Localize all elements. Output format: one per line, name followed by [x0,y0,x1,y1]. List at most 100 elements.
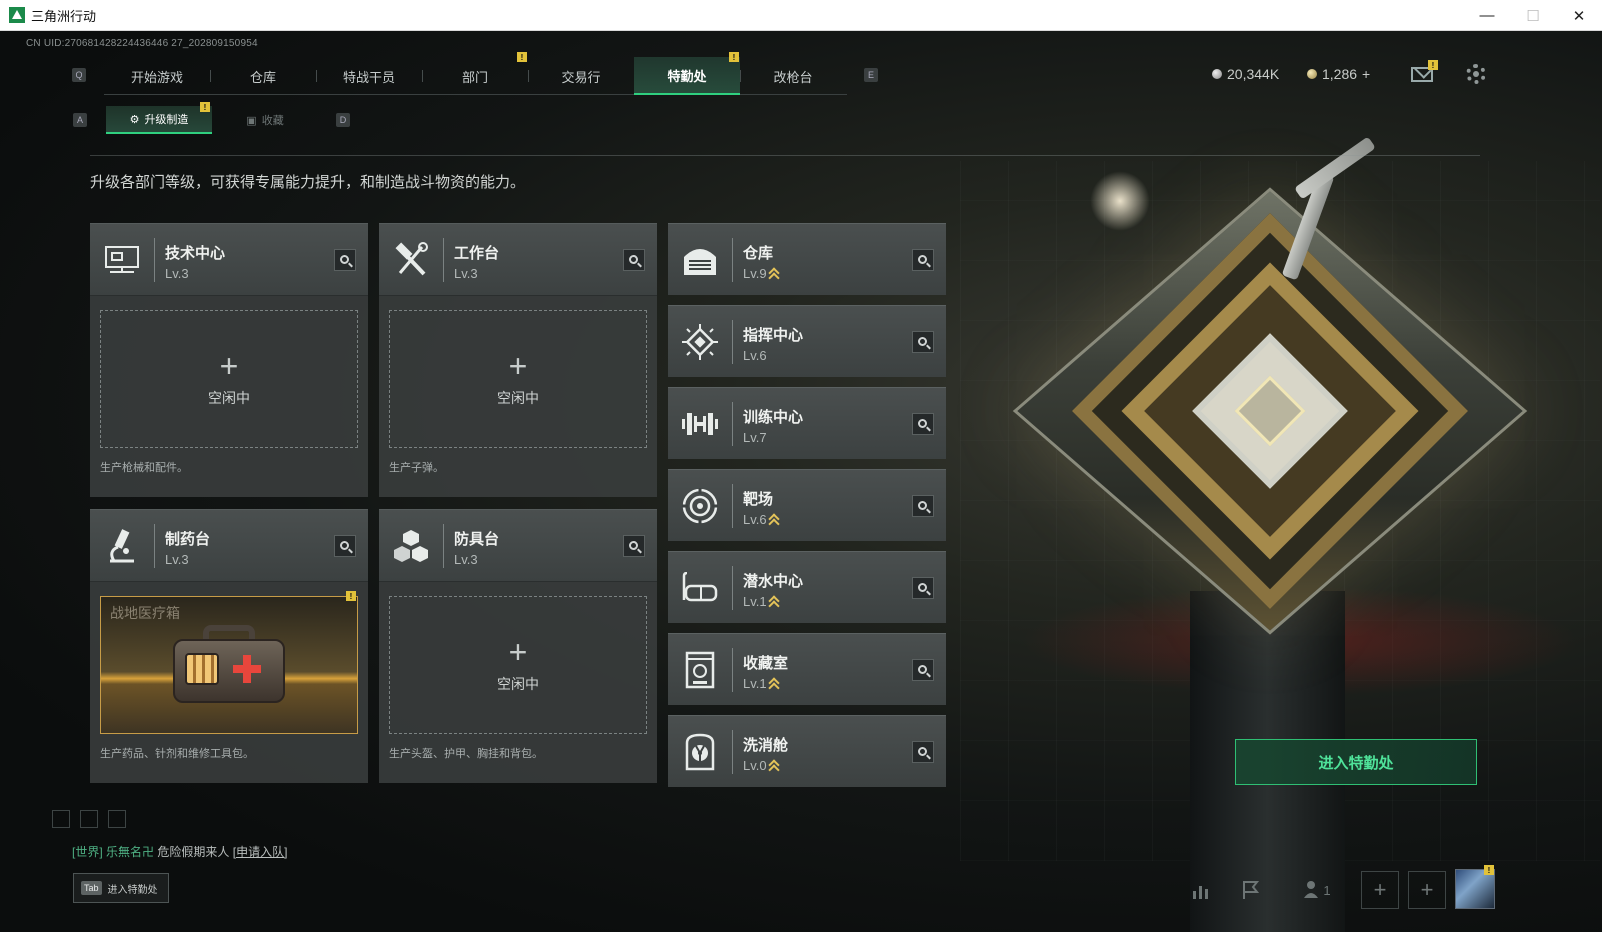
header-separator [443,238,444,282]
upgrade-available-icon [769,267,780,279]
workshop-name: 技术中心 [165,245,226,262]
plus-icon: + [219,348,239,384]
workshop-card-tech-center: 技术中心 Lv.3 + 空闲中 生产枪械和配件。 [90,223,368,497]
chat-sender[interactable]: 乐無名卍 [106,845,154,859]
header-separator [732,238,733,282]
main-nav: 开始游戏 仓库 特战干员 部门 交易行 特勤处 改枪台 [104,57,847,95]
subtab-badge: ! [200,102,210,112]
department-card-command-center[interactable]: 指挥中心 Lv.6 [668,305,946,377]
workshop-level: Lv.3 [454,552,478,567]
inspect-button[interactable] [912,577,934,599]
party-members[interactable]: 1 [1292,871,1342,909]
computer-icon [102,240,142,280]
production-slot[interactable]: + 空闲中 [389,310,647,448]
tab-warehouse[interactable]: 仓库 [210,57,316,95]
magnifier-icon [917,582,927,592]
department-level: Lv.9 [743,266,780,281]
diving-mask-icon [680,568,720,608]
enter-special-ops-button[interactable]: 进入特勤处 [1235,739,1477,785]
close-button[interactable]: ✕ [1556,0,1602,31]
currency-gold[interactable]: 1,286 + [1307,66,1370,82]
workshop-description: 生产头盔、护甲、胸挂和背包。 [389,748,543,760]
inspect-button[interactable] [912,659,934,681]
magnifier-icon [917,664,927,674]
stats-icon[interactable] [1183,871,1221,909]
workshop-card-armor: 防具台 Lv.3 + 空闲中 生产头盔、护甲、胸挂和背包。 [379,509,657,783]
flag-icon[interactable] [1232,871,1270,909]
department-card-shooting-range[interactable]: 靶场 Lv.6 [668,469,946,541]
department-card-warehouse[interactable]: 仓库 Lv.9 [668,223,946,295]
tab-department[interactable]: 部门 [422,57,528,95]
subtab-upgrade-craft[interactable]: ⚙ 升级制造 [106,106,212,134]
invite-slot-button[interactable]: + [1361,871,1399,909]
workshop-header[interactable]: 技术中心 Lv.3 [90,224,368,296]
apply-join-link[interactable]: [申请入队] [233,845,288,859]
workshop-level: Lv.3 [454,266,478,281]
workshop-card-pharmacy: 制药台 Lv.3 战地医疗箱 ! 生产药品、针剂和维修工具包。 [90,509,368,783]
inspect-button[interactable] [623,535,645,557]
inspect-button[interactable] [912,741,934,763]
tab-key-cap: Tab [81,881,102,895]
window-title: 三角洲行动 [31,8,97,24]
tab-special-ops[interactable]: 特勤处 [634,57,740,95]
currency-silver[interactable]: 20,344K [1212,66,1279,82]
department-card-training-center[interactable]: 训练中心 Lv.7 [668,387,946,459]
tab-start-game[interactable]: 开始游戏 [104,57,210,95]
avatar[interactable] [1455,869,1495,909]
workshop-description: 生产药品、针剂和维修工具包。 [100,748,254,760]
department-level: Lv.0 [743,758,780,773]
craft-icon: ⚙ [129,113,140,126]
slot-badge: ! [346,591,356,601]
tab-operators[interactable]: 特战干员 [316,57,422,95]
maximize-button[interactable]: ☐ [1510,0,1556,31]
subtab-collection[interactable]: ▣ 收藏 [212,106,318,134]
invite-slot-button[interactable]: + [1408,871,1446,909]
workshop-description: 生产枪械和配件。 [100,462,188,474]
department-level: Lv.1 [743,676,780,691]
department-level: Lv.6 [743,348,767,363]
inspect-button[interactable] [623,249,645,271]
level-text: Lv.0 [743,758,767,773]
workshop-description: 生产子弹。 [389,462,444,474]
add-gold-button[interactable]: + [1362,66,1370,82]
workshop-name: 防具台 [454,531,500,548]
workshop-header[interactable]: 工作台 Lv.3 [379,224,657,296]
workshop-header[interactable]: 制药台 Lv.3 [90,510,368,582]
gold-amount: 1,286 [1322,66,1358,82]
workshop-level: Lv.3 [165,552,189,567]
workshop-header[interactable]: 防具台 Lv.3 [379,510,657,582]
department-card-decontamination[interactable]: 洗消舱 Lv.0 [668,715,946,787]
inspect-button[interactable] [912,495,934,517]
department-card-collection-room[interactable]: 收藏室 Lv.1 [668,633,946,705]
inspect-button[interactable] [334,249,356,271]
tab-trade[interactable]: 交易行 [528,57,634,95]
production-slot[interactable]: + 空闲中 [389,596,647,734]
header-separator [732,730,733,774]
silver-amount: 20,344K [1227,66,1280,82]
department-name: 靶场 [743,491,774,508]
department-card-diving-center[interactable]: 潜水中心 Lv.1 [668,551,946,623]
inspect-button[interactable] [912,331,934,353]
production-slot[interactable]: + 空闲中 [100,310,358,448]
gear-icon[interactable] [1466,64,1486,84]
world-chat-message: [世界] 乐無名卍 危险假期来人 [申请入队] [72,843,287,860]
department-level: Lv.6 [743,512,780,527]
magnifier-icon [917,418,927,428]
slot-status: 空闲中 [497,390,539,406]
level-text: Lv.9 [743,266,767,281]
cubes-icon [391,526,431,566]
key-hint-prev-tab: Q [72,68,86,82]
notification-badge: ! [517,52,527,62]
production-slot-active[interactable]: 战地医疗箱 [100,596,358,734]
tab-hint-label: 进入特勤处 [107,884,158,896]
tab-shortcut-hint[interactable]: Tab 进入特勤处 [73,873,169,903]
inspect-button[interactable] [912,413,934,435]
window-titlebar: 三角洲行动 — ☐ ✕ [0,0,1602,31]
decorative-frame [108,810,126,828]
inspect-button[interactable] [912,249,934,271]
department-name: 仓库 [743,245,774,262]
minimize-button[interactable]: — [1464,0,1510,31]
inspect-button[interactable] [334,535,356,557]
tab-gunsmith[interactable]: 改枪台 [740,57,846,95]
level-text: Lv.6 [743,512,767,527]
